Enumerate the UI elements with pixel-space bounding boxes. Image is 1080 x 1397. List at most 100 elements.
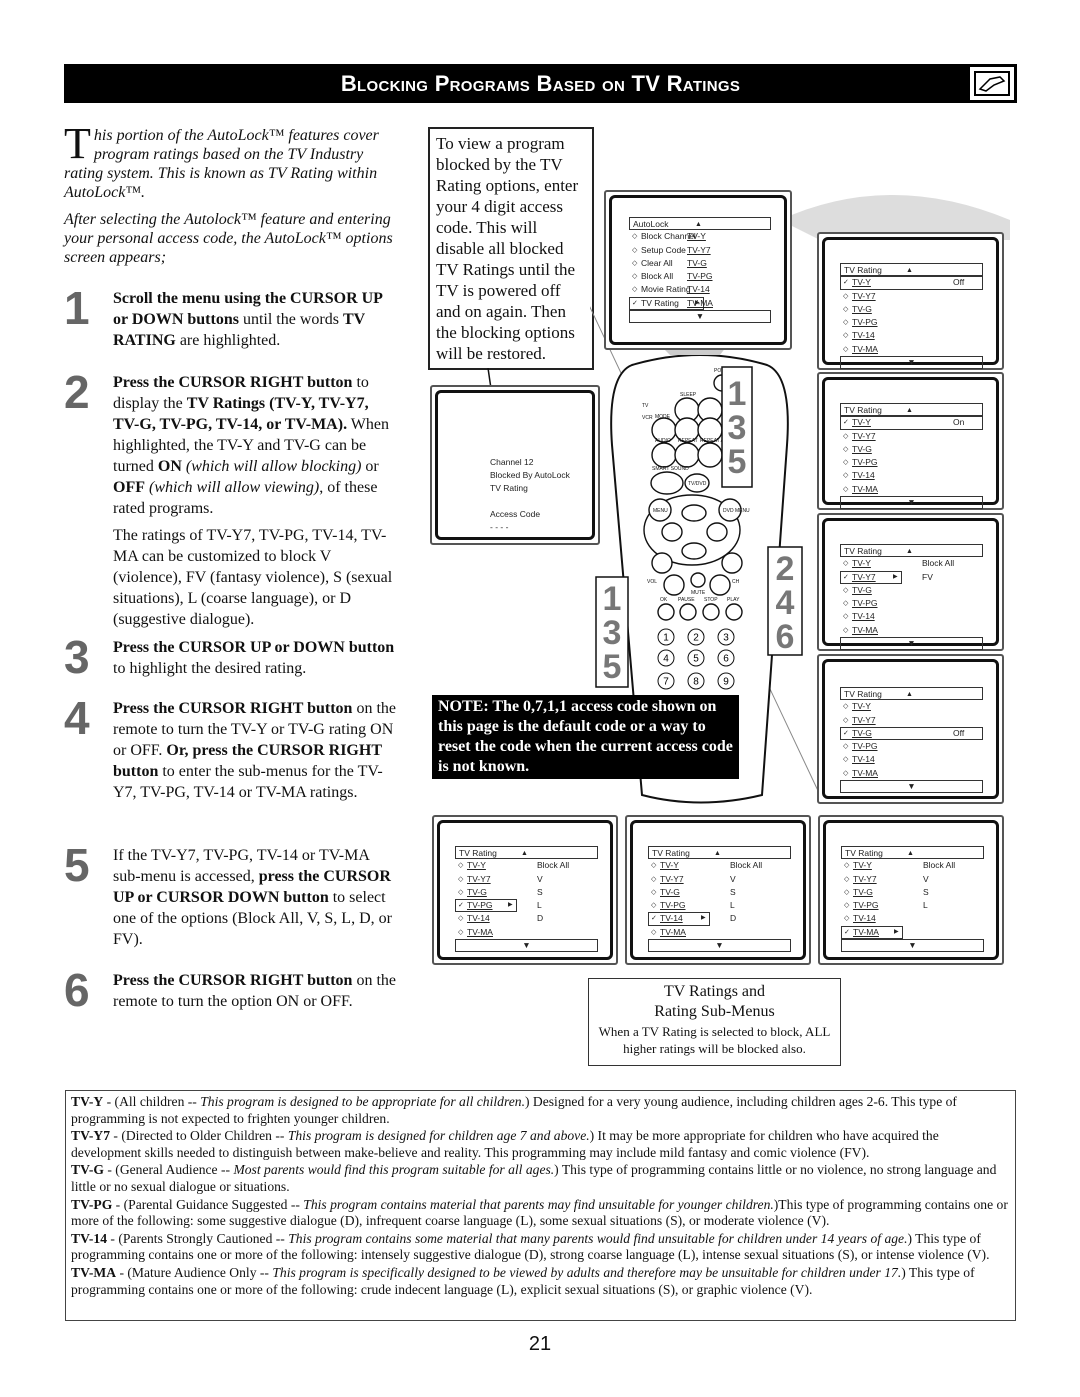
menu-item[interactable]: ◇ TV-Y7 bbox=[840, 290, 983, 303]
page-number: 21 bbox=[528, 1333, 552, 1355]
menu-item-label: TV-G bbox=[852, 727, 872, 738]
menu-item[interactable]: ◇ TV-G S bbox=[648, 886, 791, 899]
menu-item-label: TV-14 bbox=[852, 754, 875, 765]
menu-item[interactable]: ◇ Clear All TV-G bbox=[629, 257, 771, 270]
menu-item[interactable]: ✓ TV-Y Off bbox=[840, 276, 983, 290]
menu-header: TV Rating ▲ bbox=[841, 846, 984, 860]
menu-item-label: TV-G bbox=[853, 886, 873, 897]
menu-item[interactable]: ◇ TV-Y7 V bbox=[841, 873, 984, 886]
stop-label: STOP bbox=[704, 597, 718, 603]
step-text-segment: or bbox=[361, 458, 379, 475]
menu-item-label: TV-PG bbox=[853, 900, 879, 911]
menu-item[interactable]: ◇ TV-Y7 bbox=[840, 430, 983, 443]
menu-item[interactable]: ✓ TV-MA ▶ bbox=[841, 925, 984, 940]
menu-item[interactable]: ◇ TV-MA bbox=[840, 483, 983, 496]
menu-item[interactable]: ◇ TV-PG bbox=[840, 740, 983, 753]
menu-item[interactable]: ◇ TV-G S bbox=[455, 886, 598, 899]
rating-definition: TV-Y7 - (Directed to Older Children -- T… bbox=[71, 1128, 1010, 1161]
diamond-icon: ◇ bbox=[843, 345, 849, 353]
menu-item[interactable]: ◇ TV-MA bbox=[648, 926, 791, 939]
menu-item[interactable]: ◇ TV-MA bbox=[840, 767, 983, 780]
diamond-icon: ◇ bbox=[843, 292, 849, 300]
menu-item[interactable]: ◇ TV-MA bbox=[455, 926, 598, 939]
menu-item-label: TV-14 bbox=[852, 330, 875, 341]
menu-item[interactable]: ◇ TV-MA bbox=[840, 624, 983, 637]
screen-bezel: TV Rating ▲ ◇ TV-Y Block All ◇ TV-Y7 V ◇ TV-G S ✓ TV… bbox=[437, 820, 613, 960]
screen-bezel: TV Rating ▲ ◇ TV-Y Block All ✓ TV-Y7 ▶ FV ◇ TV-G ◇ T… bbox=[822, 518, 999, 651]
menu-item[interactable]: ◇ TV-PG L bbox=[841, 899, 984, 912]
menu-item[interactable]: ◇ Block Channel TV-Y bbox=[629, 230, 771, 243]
menu-item[interactable]: ◇ TV-14 D bbox=[455, 912, 598, 925]
menu-item[interactable]: ✓ TV-Y On bbox=[840, 416, 983, 430]
menu-item-label: TV-Y bbox=[852, 277, 871, 288]
menu-item[interactable]: ◇ TV-PG bbox=[840, 456, 983, 469]
menu-item-label: TV-MA bbox=[660, 926, 686, 937]
menu-item[interactable]: ◇ TV-14 bbox=[840, 610, 983, 623]
menu-item[interactable]: ✓ TV-Y7 ▶ FV bbox=[840, 570, 983, 584]
menu-item-label: TV-Y7 bbox=[852, 714, 876, 725]
step-text-segment: Press the CURSOR UP or DOWN bbox=[113, 639, 345, 656]
menu-item[interactable]: ◇ TV-PG bbox=[840, 316, 983, 329]
diamond-icon: ◇ bbox=[843, 716, 849, 724]
diamond-icon: ◇ bbox=[843, 586, 849, 594]
rating-lead: - (Directed to Older Children -- bbox=[110, 1128, 288, 1144]
menu-item[interactable]: ◇ TV-G bbox=[840, 303, 983, 316]
menu-header: TV Rating ▲ bbox=[455, 846, 598, 860]
arrow-right-icon: ▶ bbox=[893, 573, 898, 580]
ok-label: OK bbox=[660, 597, 668, 603]
menu-item[interactable]: ◇ TV-MA bbox=[840, 343, 983, 356]
step-text: Press the CURSOR UP or DOWN button to hi… bbox=[113, 637, 396, 679]
menu-item-label: TV-G bbox=[852, 443, 872, 454]
screen-bezel: TV Rating ▲ ✓ TV-Y Off ◇ TV-Y7 ◇ TV-G ◇ TV-PG ◇ TV-1… bbox=[822, 237, 999, 370]
menu-item[interactable]: ✓ TV-G Off bbox=[840, 726, 983, 741]
menu-item[interactable]: ◇ TV-Y Block All bbox=[455, 859, 598, 872]
menu-item-label: TV-PG bbox=[660, 900, 686, 911]
menu-item[interactable]: ◇ TV-Y Block All bbox=[840, 557, 983, 570]
menu-item[interactable]: ◇ TV-14 bbox=[841, 912, 984, 925]
callout-left-step-number: 3 bbox=[603, 614, 622, 652]
menu-item[interactable]: ◇ TV-Y7 V bbox=[455, 873, 598, 886]
diamond-icon: ◇ bbox=[843, 459, 849, 467]
menu-item[interactable]: ◇ TV-Y7 bbox=[840, 714, 983, 727]
menu-item[interactable]: ◇ TV-PG L bbox=[648, 899, 791, 912]
menu-item-label: TV-Y7 bbox=[852, 571, 876, 582]
menu-item[interactable]: ◇ Setup Code TV-Y7 bbox=[629, 244, 771, 257]
menu-screen-r4: TV Rating ▲ ◇ TV-Y ◇ TV-Y7 ✓ TV-G Off ◇ TV-PG ◇ TV-1… bbox=[817, 654, 1004, 804]
access-code-field[interactable]: - - - - bbox=[490, 521, 592, 534]
menu-label: MENU bbox=[653, 508, 668, 514]
rating-italic: This program is designed for children ag… bbox=[287, 1128, 590, 1144]
menu-item[interactable]: ◇ TV-Y bbox=[840, 700, 983, 713]
caption-body: When a TV Rating is selected to block, A… bbox=[598, 1024, 831, 1056]
menu-item[interactable]: ◇ TV-Y7 V bbox=[648, 873, 791, 886]
menu-screen-r2: TV Rating ▲ ✓ TV-Y On ◇ TV-Y7 ◇ TV-G ◇ TV-PG ◇ TV-14… bbox=[817, 372, 1004, 510]
menu-item[interactable]: ✓ TV-PG ▶ L bbox=[455, 899, 598, 913]
menu-item[interactable]: ◇ TV-G S bbox=[841, 886, 984, 899]
menu-item[interactable]: ◇ TV-14 bbox=[840, 329, 983, 342]
step-text-segment: to highlight the desired rating. bbox=[113, 660, 307, 677]
menu-item[interactable]: ◇ TV-Y Block All bbox=[648, 859, 791, 872]
menu-item-value: Off bbox=[953, 277, 965, 288]
menu-item[interactable]: ◇ TV-G bbox=[840, 443, 983, 456]
diamond-icon: ◇ bbox=[843, 332, 849, 340]
arrow-right-icon: ▶ bbox=[701, 915, 706, 922]
menu-item[interactable]: ◇ Block All TV-PG bbox=[629, 270, 771, 283]
menu-item[interactable]: ◇ TV-14 bbox=[840, 469, 983, 482]
menu-item[interactable]: ◇ TV-14 bbox=[840, 753, 983, 766]
menu-item-value: S bbox=[730, 886, 736, 897]
arrow-down-icon: ▼ bbox=[695, 311, 705, 322]
menu-item[interactable]: ◇ TV-G bbox=[840, 584, 983, 597]
rating-code: TV-G bbox=[71, 1162, 104, 1178]
menu-footer: ▼ bbox=[840, 496, 983, 510]
diamond-icon: ◇ bbox=[458, 875, 464, 883]
diamond-icon: ◇ bbox=[632, 273, 638, 281]
diamond-icon: ◇ bbox=[651, 928, 657, 936]
menu-item[interactable]: ◇ TV-Y Block All bbox=[841, 859, 984, 872]
menu-item[interactable]: ◇ Movie Rating TV-14 bbox=[629, 283, 771, 296]
osd-menu: TV Rating ▲ ◇ TV-Y ◇ TV-Y7 ✓ TV-G Off ◇ TV-PG ◇ TV-1… bbox=[840, 687, 983, 794]
menu-item[interactable]: ✓ TV-14 ▶ D bbox=[648, 912, 791, 926]
section-title: Blocking Programs Based on TV Ratings bbox=[340, 71, 741, 96]
menu-item[interactable]: ✓ TV Rating ▶ TV-MA bbox=[629, 296, 771, 311]
menu-item[interactable]: ◇ TV-PG bbox=[840, 597, 983, 610]
rating-definition: TV-G - (General Audience -- Most parents… bbox=[71, 1162, 1010, 1195]
menu-item-value: S bbox=[537, 886, 543, 897]
